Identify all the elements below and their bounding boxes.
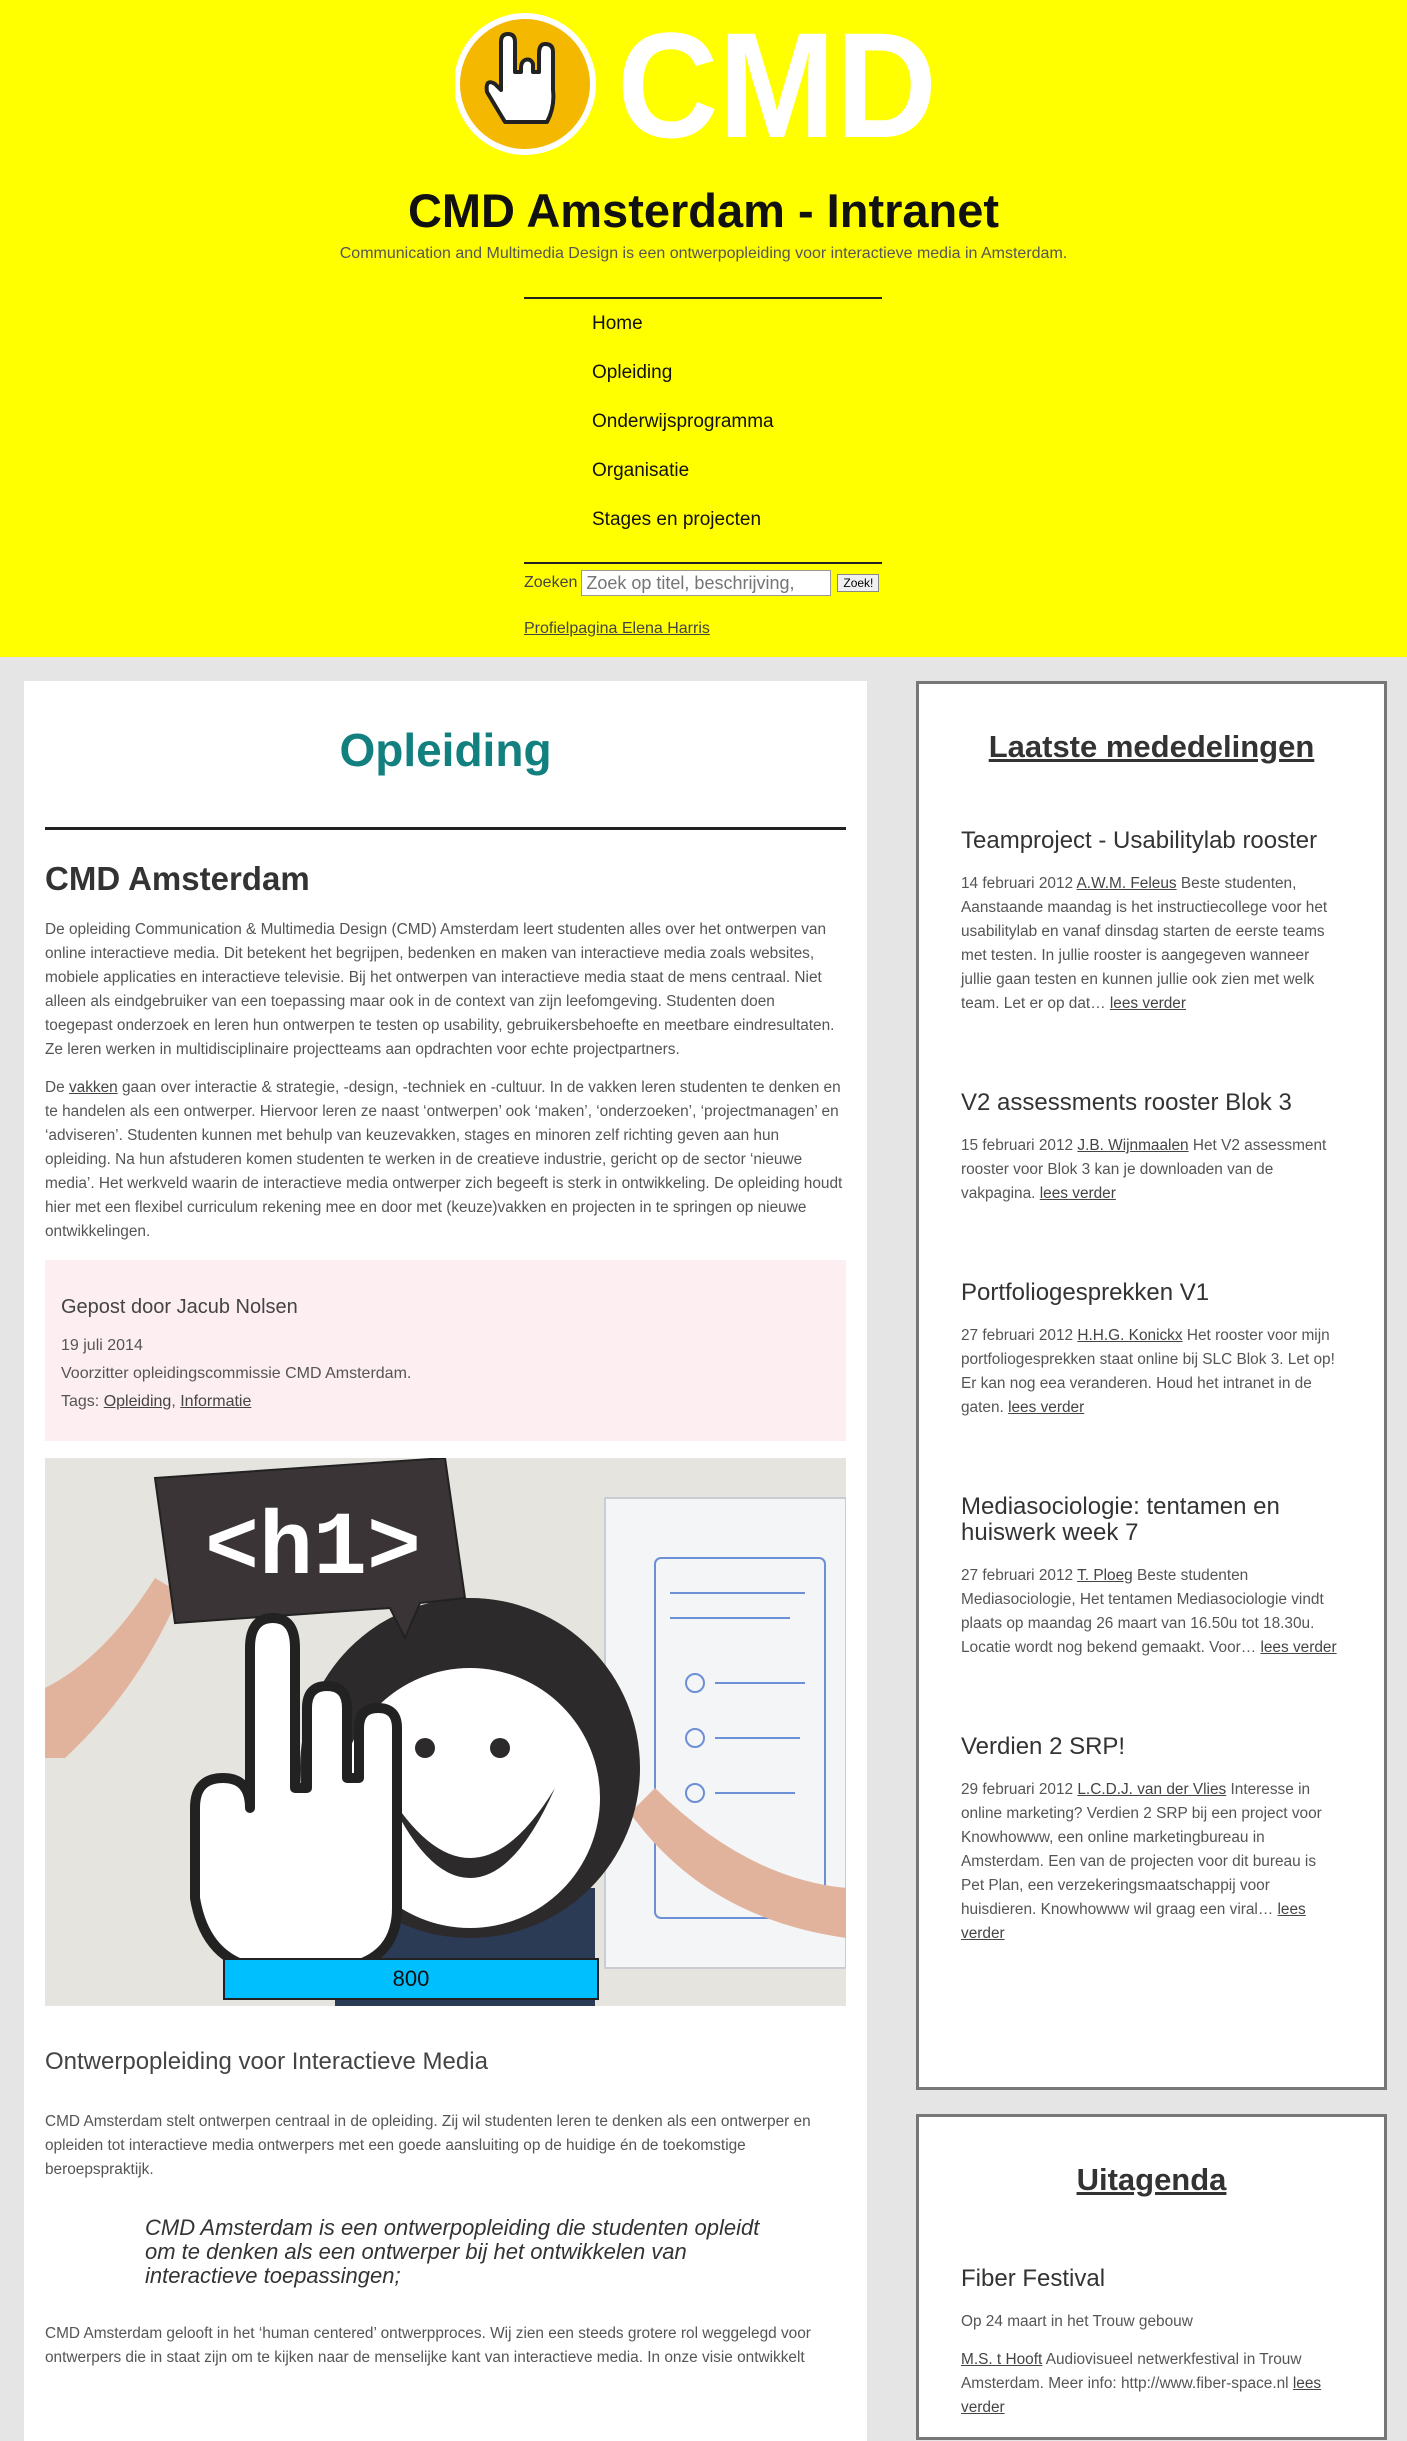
- read-more-link[interactable]: lees verder: [1040, 1185, 1116, 1202]
- author-box: Gepost door Jacub Nolsen 19 juli 2014 Vo…: [45, 1260, 846, 1441]
- nav-item-organisatie[interactable]: Organisatie: [592, 456, 882, 505]
- news-item-title[interactable]: Teamproject - Usabilitylab rooster: [961, 828, 1342, 854]
- tags-label: Tags:: [61, 1393, 100, 1410]
- news-text: Interesse in online marketing? Verdien 2…: [961, 1781, 1322, 1918]
- paragraph-human-centered: CMD Amsterdam gelooft in het ‘human cent…: [45, 2325, 811, 2366]
- read-more-link[interactable]: lees verder: [1008, 1399, 1084, 1416]
- intro-paragraph-2: CMD Amsterdam stelt ontwerpen centraal i…: [45, 2113, 811, 2178]
- news-item: V2 assessments rooster Blok 3 15 februar…: [961, 1090, 1342, 1206]
- tag-informatie[interactable]: Informatie: [180, 1393, 251, 1410]
- nav-item-stages[interactable]: Stages en projecten: [592, 505, 882, 554]
- agenda-title[interactable]: Uitagenda: [961, 2117, 1342, 2198]
- search-input[interactable]: [581, 570, 832, 596]
- post-date: 19 juli 2014: [61, 1337, 143, 1354]
- image-size-badge: 800: [223, 1958, 599, 2000]
- news-date: 29 februari 2012: [961, 1781, 1074, 1798]
- quote: CMD Amsterdam is een ontwerpopleiding di…: [145, 2215, 760, 2288]
- main-content: Opleiding CMD Amsterdam De opleiding Com…: [24, 681, 867, 2441]
- news-date: 27 februari 2012: [961, 1567, 1074, 1584]
- vakken-paragraph: De vakken gaan over interactie & strateg…: [45, 1076, 846, 1244]
- profile-link[interactable]: Profielpagina Elena Harris: [524, 620, 710, 637]
- news-author-link[interactable]: A.W.M. Feleus: [1077, 875, 1177, 892]
- news-item-title[interactable]: Mediasociologie: tentamen en huiswerk we…: [961, 1494, 1342, 1546]
- agenda-item: Fiber Festival Op 24 maart in het Trouw …: [961, 2266, 1342, 2420]
- news-item: Teamproject - Usabilitylab rooster 14 fe…: [961, 828, 1342, 1016]
- hero-illustration: <h1>: [45, 1458, 846, 2006]
- news-item-title[interactable]: V2 assessments rooster Blok 3: [961, 1090, 1342, 1116]
- cmd-logo[interactable]: CMD: [455, 12, 955, 157]
- text-fragment: gaan over interactie & strategie, -desig…: [45, 1079, 843, 1240]
- page-title: Opleiding: [339, 724, 552, 776]
- vakken-link[interactable]: vakken: [69, 1079, 118, 1096]
- author-name: Gepost door Jacub Nolsen: [61, 1296, 298, 1318]
- news-item-body: 27 februari 2012 H.H.G. Konickx Het roos…: [961, 1324, 1342, 1420]
- news-date: 27 februari 2012: [961, 1327, 1074, 1344]
- text-fragment: De: [45, 1079, 69, 1096]
- news-item-body: 27 februari 2012 T. Ploeg Beste studente…: [961, 1564, 1342, 1660]
- site-header: CMD CMD Amsterdam - Intranet Communicati…: [0, 0, 1407, 657]
- subtitle: Ontwerpopleiding voor Interactieve Media: [45, 2048, 488, 2075]
- agenda-sidebar: Uitagenda Fiber Festival Op 24 maart in …: [916, 2114, 1387, 2440]
- news-author-link[interactable]: T. Ploeg: [1077, 1567, 1133, 1584]
- news-title[interactable]: Laatste mededelingen: [961, 684, 1342, 765]
- hero-image: <h1> 800: [45, 1458, 846, 2006]
- nav-item-onderwijsprogramma[interactable]: Onderwijsprogramma: [592, 407, 882, 456]
- tag-separator: ,: [171, 1393, 176, 1410]
- agenda-item-title[interactable]: Fiber Festival: [961, 2266, 1342, 2292]
- sign-text: <h1>: [205, 1499, 421, 1601]
- news-item-body: 29 februari 2012 L.C.D.J. van der Vlies …: [961, 1778, 1342, 1946]
- agenda-item-when: Op 24 maart in het Trouw gebouw: [961, 2313, 1193, 2330]
- logo-text: CMD: [617, 12, 937, 157]
- news-date: 15 februari 2012: [961, 1137, 1074, 1154]
- search-label: Zoeken: [524, 574, 578, 591]
- author-role: Voorzitter opleidingscommissie CMD Amste…: [61, 1365, 412, 1382]
- news-date: 14 februari 2012: [961, 875, 1074, 892]
- title-divider: [45, 827, 846, 830]
- section-title: CMD Amsterdam: [45, 860, 310, 897]
- news-text: Beste studenten, Aanstaande maandag is h…: [961, 875, 1328, 1012]
- main-nav: Home Opleiding Onderwijsprogramma Organi…: [524, 297, 882, 564]
- news-sidebar: Laatste mededelingen Teamproject - Usabi…: [916, 681, 1387, 2090]
- read-more-link[interactable]: lees verder: [1260, 1639, 1336, 1656]
- news-item-body: 15 februari 2012 J.B. Wijnmaalen Het V2 …: [961, 1134, 1342, 1206]
- site-subtitle: Communication and Multimedia Design is e…: [339, 245, 1068, 262]
- tags: Tags: Opleiding, Informatie: [61, 1393, 830, 1411]
- news-item-title[interactable]: Verdien 2 SRP!: [961, 1734, 1342, 1760]
- profile-area: Profielpagina Elena Harris: [524, 620, 710, 638]
- read-more-link[interactable]: lees verder: [1110, 995, 1186, 1012]
- nav-item-home[interactable]: Home: [592, 309, 882, 358]
- intro-paragraph: De opleiding Communication & Multimedia …: [45, 921, 835, 1058]
- search-button[interactable]: Zoek!: [837, 574, 880, 592]
- agenda-author-link[interactable]: M.S. t Hooft: [961, 2351, 1042, 2368]
- news-author-link[interactable]: L.C.D.J. van der Vlies: [1077, 1781, 1226, 1798]
- news-author-link[interactable]: H.H.G. Konickx: [1077, 1327, 1182, 1344]
- news-item: Mediasociologie: tentamen en huiswerk we…: [961, 1494, 1342, 1660]
- news-item-body: 14 februari 2012 A.W.M. Feleus Beste stu…: [961, 872, 1342, 1016]
- nav-item-opleiding[interactable]: Opleiding: [592, 358, 882, 407]
- search-form: Zoeken Zoek!: [524, 570, 880, 596]
- news-item: Verdien 2 SRP! 29 februari 2012 L.C.D.J.…: [961, 1734, 1342, 1946]
- news-item: Portfoliogesprekken V1 27 februari 2012 …: [961, 1280, 1342, 1420]
- tag-opleiding[interactable]: Opleiding: [104, 1393, 172, 1410]
- agenda-item-body: M.S. t Hooft Audiovisueel netwerkfestiva…: [961, 2348, 1342, 2420]
- news-item-title[interactable]: Portfoliogesprekken V1: [961, 1280, 1342, 1306]
- news-author-link[interactable]: J.B. Wijnmaalen: [1077, 1137, 1188, 1154]
- site-title: CMD Amsterdam - Intranet: [407, 184, 1000, 237]
